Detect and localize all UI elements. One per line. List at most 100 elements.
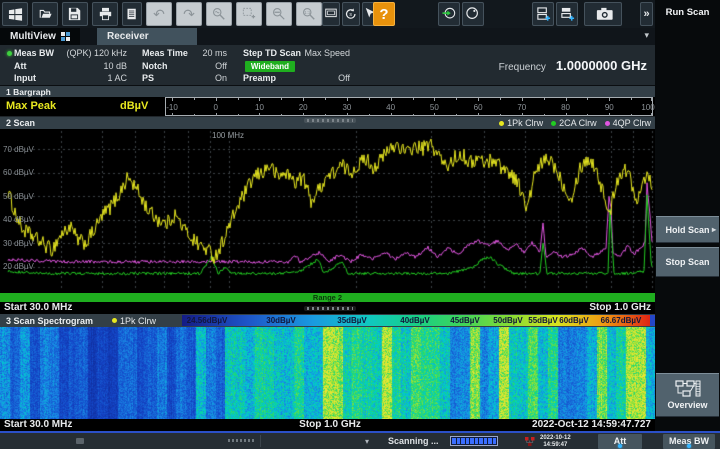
overview-button[interactable]: Overview <box>656 373 719 417</box>
bargraph-body[interactable]: Max Peak dBµV -100102030405060708090100 <box>0 97 655 117</box>
scan-range-bar[interactable]: Range 2 <box>0 293 655 302</box>
setting-input[interactable]: Input 1 AC <box>14 73 127 83</box>
overview-flowchart-icon <box>675 380 701 398</box>
add-window-1-button[interactable] <box>532 2 554 26</box>
spectrogram-canvas[interactable] <box>0 327 655 419</box>
trace-legend-item[interactable]: 4QP Clrw <box>605 118 651 128</box>
status-led <box>7 51 12 56</box>
tab-receiver-label: Receiver <box>107 31 149 42</box>
bargraph-scale-tick-label: 20 <box>299 103 308 112</box>
setting-meas-time[interactable]: Meas Time20 ms <box>142 48 227 58</box>
setting-value: Off <box>338 73 350 83</box>
setting-notch[interactable]: NotchOff <box>142 61 227 71</box>
scan-title-label: 2 Scan <box>6 118 35 128</box>
spectrogram-stop-frequency: Stop 1.0 GHz <box>299 419 361 430</box>
tab-multiview-label: MultiView <box>10 31 56 42</box>
setting-value: 10 dB <box>103 61 127 71</box>
undo-icon: ↶ <box>153 7 165 21</box>
trace-legend-item[interactable]: 1Pk Clrw <box>112 316 156 326</box>
bargraph-scale-tick-label: 0 <box>213 103 217 112</box>
hold-scan-label: Hold Scan <box>665 225 709 235</box>
setting-meas-bw[interactable]: Meas BW(QPK) 120 kHz <box>14 48 127 58</box>
spectrogram-body[interactable] <box>0 327 655 419</box>
display-layout-button[interactable] <box>322 2 340 26</box>
scan-y-axis-label: 70 dBµV <box>3 145 34 154</box>
window-resize-handle[interactable] <box>304 118 356 123</box>
keyboard-icon[interactable] <box>76 438 84 444</box>
colorbar-level-label: 50dBµV <box>493 316 523 325</box>
setting-label: Input <box>14 73 36 83</box>
spectrogram-timestamp: 2022-Oct-12 14:59:47.727 <box>532 419 651 430</box>
help-button[interactable]: ? <box>373 2 395 26</box>
run-scan-softkey[interactable]: Run Scan <box>655 7 720 18</box>
print-button[interactable] <box>92 2 118 26</box>
scan-window-title[interactable]: 2 Scan 1Pk Clrw 2CA Clrw 4QP Clrw <box>0 117 655 129</box>
preset-button[interactable] <box>438 2 460 26</box>
trace-label: 4QP Clrw <box>613 118 651 128</box>
bargraph-window-title[interactable]: 1 Bargraph <box>0 86 655 97</box>
tab-multiview[interactable]: MultiView <box>0 28 80 45</box>
trace-legend-item[interactable]: 1Pk Clrw <box>499 118 543 128</box>
measbw-quick-button[interactable]: Meas BW <box>663 434 715 449</box>
setting-step-td-scan[interactable]: Step TD ScanMax Speed <box>243 48 350 58</box>
scan-y-axis-label: 60 dBµV <box>3 168 34 177</box>
open-file-button[interactable] <box>32 2 58 26</box>
scan-y-axis-label: 50 dBµV <box>3 192 34 201</box>
scan-range-label: Range 2 <box>313 293 342 302</box>
chevron-down-icon[interactable]: ▾ <box>365 437 369 446</box>
trace-color-dot <box>605 121 610 126</box>
att-quick-button[interactable]: Att <box>598 434 642 449</box>
colorbar-level-label: 66.67dBµV <box>601 316 642 325</box>
blue-indicator-dot <box>618 444 622 448</box>
spectrogram-window-title[interactable]: 3 Scan Spectrogram 1Pk Clrw 24.56dBµV30d… <box>0 314 655 327</box>
trace-legend-item[interactable]: 2CA Clrw <box>551 118 597 128</box>
windows-menu-button[interactable] <box>2 2 28 26</box>
hold-scan-button[interactable]: Hold Scan ▸ <box>656 216 719 243</box>
sync-button[interactable]: s <box>342 2 360 26</box>
zoom-1-1-button: 1:1 <box>296 2 322 26</box>
wideband-badge[interactable]: Wideband <box>245 61 295 72</box>
tab-receiver[interactable]: Receiver <box>97 28 197 45</box>
screenshot-camera-button[interactable] <box>584 2 622 26</box>
setting-label: Step TD Scan <box>243 48 301 58</box>
scan-trace-legend: 1Pk Clrw 2CA Clrw 4QP Clrw <box>499 117 651 129</box>
setting-value: 20 ms <box>202 48 227 58</box>
undo-button: ↶ <box>146 2 172 26</box>
colorbar-level-label: 35dBµV <box>337 316 367 325</box>
scan-100mhz-gridline-label: 100 MHz <box>212 131 244 140</box>
status-bar: ▾ Scanning ... 2022-10-12 14:59:47 Att M… <box>0 431 720 449</box>
save-file-button[interactable] <box>62 2 88 26</box>
redo-button: ↷ <box>176 2 202 26</box>
bargraph-unit-label: dBµV <box>120 100 148 112</box>
setting-value: 1 AC <box>107 73 127 83</box>
colorbar-level-label: 30dBµV <box>266 316 296 325</box>
report-icon <box>126 7 138 21</box>
stop-scan-label: Stop Scan <box>665 257 709 267</box>
window-resize-handle[interactable] <box>304 306 356 311</box>
bargraph-scale-tick-label: 70 <box>517 103 526 112</box>
frequency-label: Frequency <box>499 62 546 73</box>
zoom-off-button <box>266 2 292 26</box>
emi-receiver-application: ↶↷1:1s??» MultiView Receiver ▾ Frequency… <box>0 0 720 449</box>
colorbar-level-label: 60dBµV <box>559 316 589 325</box>
chevron-down-icon[interactable]: ▾ <box>644 30 649 41</box>
more-button[interactable]: » <box>640 2 653 26</box>
svg-text:1:1: 1:1 <box>304 10 311 15</box>
setting-att[interactable]: Att10 dB <box>14 61 127 71</box>
frequency-readout[interactable]: Frequency 1.0000000 GHz <box>499 58 647 73</box>
scan-plot-area[interactable]: 70 dBµV60 dBµV50 dBµV40 dBµV30 dBµV20 dB… <box>0 129 655 293</box>
setting-ps[interactable]: PSOn <box>142 73 227 83</box>
bargraph-scale-tick-label: 10 <box>255 103 264 112</box>
status-drag-handle[interactable] <box>228 439 254 442</box>
knob-button[interactable] <box>462 2 484 26</box>
scan-plot-canvas[interactable] <box>0 129 655 293</box>
setting-preamp[interactable]: PreampOff <box>243 73 350 83</box>
stop-scan-button[interactable]: Stop Scan <box>656 247 719 277</box>
report-button[interactable] <box>122 2 142 26</box>
open-file-icon <box>38 8 53 21</box>
scan-start-frequency: Start 30.0 MHz <box>4 302 72 313</box>
zoom-area-button <box>236 2 262 26</box>
colorbar-level-label: 55dBµV <box>528 316 558 325</box>
add-window-2-button[interactable] <box>556 2 578 26</box>
setting-label: PS <box>142 73 154 83</box>
